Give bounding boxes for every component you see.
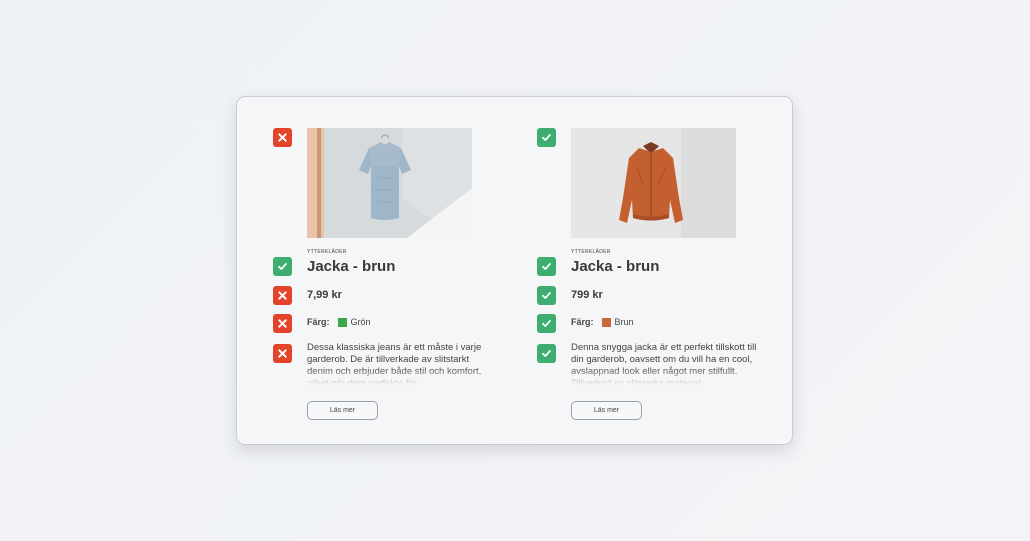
product-description: Dessa klassiska jeans är ett måste i var… [307,342,482,385]
product-title: Jacka - brun [307,258,396,275]
product-category: YTTERKLÄDER [307,249,347,255]
product-title: Jacka - brun [571,258,660,275]
product-column-left: YTTERKLÄDER Jacka - brun 7,99 kr Färg: G… [273,97,533,444]
product-color-row: Färg: Brun [571,317,634,327]
product-price: 799 kr [571,289,603,301]
color-swatch [601,317,611,327]
color-label: Färg: [571,317,594,327]
read-more-button[interactable]: Läs mer [571,401,642,420]
product-category: YTTERKLÄDER [571,249,611,255]
product-comparison-card: YTTERKLÄDER Jacka - brun 7,99 kr Färg: G… [236,96,793,445]
read-more-button[interactable]: Läs mer [307,401,378,420]
check-icon [537,314,556,333]
check-icon [537,286,556,305]
product-price: 7,99 kr [307,289,342,301]
product-description: Denna snygga jacka är ett perfekt tillsk… [571,342,757,385]
check-icon [537,128,556,147]
color-name: Grön [350,317,371,327]
cross-icon [273,344,292,363]
product-image-jacket [571,128,736,238]
color-swatch [337,317,347,327]
product-column-right: YTTERKLÄDER Jacka - brun 799 kr Färg: Br… [537,97,797,444]
cross-icon [273,128,292,147]
cross-icon [273,314,292,333]
color-label: Färg: [307,317,330,327]
product-image-tshirt [307,128,472,238]
check-icon [537,257,556,276]
cross-icon [273,286,292,305]
check-icon [537,344,556,363]
color-name: Brun [614,317,634,327]
product-color-row: Färg: Grön [307,317,371,327]
check-icon [273,257,292,276]
